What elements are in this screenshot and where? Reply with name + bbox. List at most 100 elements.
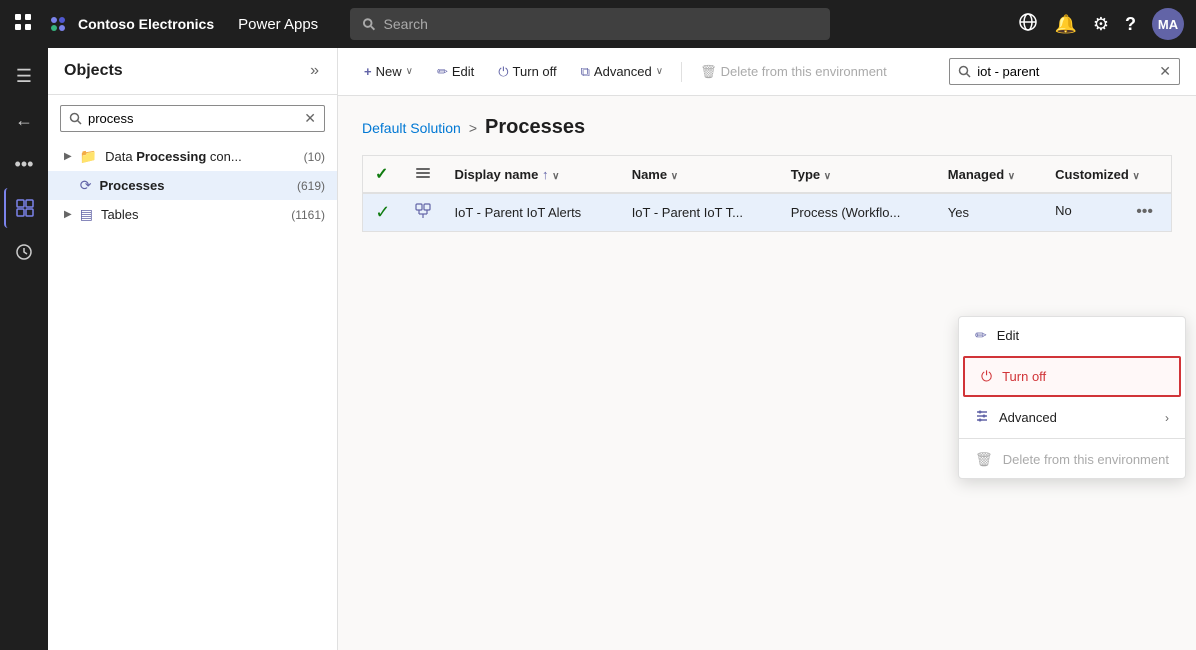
power-icon: ⏻ <box>498 64 508 80</box>
top-nav: Contoso Electronics Power Apps 🔔 ⚙ ? MA <box>0 0 1196 48</box>
objects-header: Objects » <box>48 48 337 95</box>
ctx-item-delete[interactable]: 🗑 Delete from this environment <box>959 441 1185 478</box>
nav-actions: 🔔 ⚙ ? MA <box>1018 8 1184 40</box>
nav-tree: ▶ 📁 Data Processing con... (10) ▶ ⟳ Proc… <box>48 142 337 650</box>
tree-item-tables[interactable]: ▶ ▤ Tables (1161) <box>48 200 337 229</box>
sidebar-item-history[interactable] <box>4 232 44 272</box>
ctx-turn-off-label: Turn off <box>1002 369 1046 384</box>
processes-table: ✓ Display name ↑ ∨ <box>362 155 1172 232</box>
edit-label: Edit <box>452 64 474 79</box>
turn-off-label: Turn off <box>513 64 557 79</box>
back-btn[interactable]: ← <box>4 100 44 140</box>
advanced-button[interactable]: ⧉ Advanced ∨ <box>571 58 673 86</box>
advanced-chevron-icon: ∨ <box>656 66 663 77</box>
main-content: + New ∨ ✏ Edit ⏻ Turn off ⧉ Advanced ∨ 🗑… <box>338 48 1196 650</box>
search-input[interactable] <box>384 16 819 32</box>
objects-search-input[interactable]: process <box>88 111 298 126</box>
new-label: New <box>376 64 402 79</box>
col-header-customized[interactable]: Customized ∨ <box>1043 156 1171 194</box>
list-view-icon[interactable] <box>415 165 431 181</box>
row-check-icon: ✓ <box>375 202 390 222</box>
table-row[interactable]: ✓ IoT - Parent Io <box>363 193 1172 232</box>
row-managed: Yes <box>936 193 1043 232</box>
toolbar-search-box[interactable]: iot - parent ✕ <box>949 58 1180 85</box>
ctx-divider <box>959 438 1185 439</box>
trash-icon: 🗑 <box>700 64 717 80</box>
global-search-box[interactable] <box>350 8 830 40</box>
breadcrumb-parent-link[interactable]: Default Solution <box>362 120 461 136</box>
collapse-panel-btn[interactable]: » <box>308 60 321 82</box>
objects-search-box[interactable]: process ✕ <box>60 105 325 132</box>
objects-title: Objects <box>64 62 123 80</box>
objects-panel: Objects » process ✕ ▶ 📁 Data Processing … <box>48 48 338 650</box>
customized-chevron-icon: ∨ <box>1132 171 1139 182</box>
app-logo: Contoso Electronics <box>46 12 214 36</box>
ctx-delete-label: Delete from this environment <box>1003 452 1169 467</box>
ctx-item-edit[interactable]: ✏ Edit <box>959 317 1185 354</box>
col-header-type[interactable]: Type ∨ <box>779 156 936 194</box>
toolbar: + New ∨ ✏ Edit ⏻ Turn off ⧉ Advanced ∨ 🗑… <box>338 48 1196 96</box>
edit-icon: ✏ <box>437 64 448 80</box>
clear-search-btn[interactable]: ✕ <box>304 110 316 127</box>
breadcrumb: Default Solution > Processes <box>362 116 1172 139</box>
power-ctx-icon: ⏻ <box>981 368 992 385</box>
expand-arrow-icon: ▶ <box>64 209 72 220</box>
delete-button[interactable]: 🗑 Delete from this environment <box>690 58 897 86</box>
settings-icon[interactable]: ⚙ <box>1093 14 1109 35</box>
toolbar-search-close-btn[interactable]: ✕ <box>1159 63 1171 80</box>
col-header-icon <box>403 156 443 194</box>
toolbar-search-input[interactable]: iot - parent <box>977 64 1153 79</box>
app-name: Power Apps <box>238 16 318 33</box>
col-header-display-name[interactable]: Display name ↑ ∨ <box>443 156 620 194</box>
tree-item-count: (619) <box>297 179 325 193</box>
edit-ctx-icon: ✏ <box>975 327 987 344</box>
col-header-managed[interactable]: Managed ∨ <box>936 156 1043 194</box>
folder-icon: 📁 <box>80 148 97 165</box>
turn-off-button[interactable]: ⏻ Turn off <box>488 58 566 86</box>
expand-arrow-icon: ▶ <box>64 151 72 162</box>
tree-item-label: Processes <box>99 178 289 193</box>
tree-item-data-processing[interactable]: ▶ 📁 Data Processing con... (10) <box>48 142 337 171</box>
sidebar-toggle-btn[interactable]: ☰ <box>4 56 44 96</box>
toolbar-search-icon <box>958 65 971 78</box>
advanced-label: Advanced <box>594 64 652 79</box>
bell-icon[interactable]: 🔔 <box>1054 14 1076 35</box>
grid-icon[interactable] <box>12 11 34 38</box>
row-check-cell: ✓ <box>363 193 403 232</box>
trash-ctx-icon: 🗑 <box>975 451 993 468</box>
name-chevron-icon: ∨ <box>671 171 678 182</box>
toolbar-divider <box>681 62 682 82</box>
process-row-icon <box>415 203 431 219</box>
ctx-item-turn-off[interactable]: ⏻ Turn off <box>963 356 1181 397</box>
col-header-check: ✓ <box>363 156 403 194</box>
avatar[interactable]: MA <box>1152 8 1184 40</box>
col-header-name[interactable]: Name ∨ <box>620 156 779 194</box>
row-icon-cell <box>403 193 443 232</box>
display-name-chevron-icon: ∨ <box>552 171 559 182</box>
tree-item-processes[interactable]: ▶ ⟳ Processes (619) <box>48 171 337 200</box>
new-chevron-icon: ∨ <box>406 66 413 77</box>
tree-item-label: Data Processing con... <box>105 149 296 164</box>
objects-search-icon <box>69 112 82 125</box>
row-context-menu-btn[interactable]: ••• <box>1130 201 1159 223</box>
sort-asc-icon: ↑ <box>542 167 549 182</box>
environment-icon[interactable] <box>1018 12 1038 37</box>
process-icon: ⟳ <box>80 177 92 194</box>
search-icon <box>362 17 375 31</box>
main-layout: ☰ ← ••• Objects » <box>0 48 1196 650</box>
ctx-item-advanced[interactable]: Advanced › <box>959 399 1185 436</box>
header-check-icon[interactable]: ✓ <box>375 166 388 183</box>
breadcrumb-separator: > <box>469 120 477 136</box>
edit-button[interactable]: ✏ Edit <box>427 58 484 86</box>
ctx-arrow-icon: › <box>1165 411 1169 425</box>
table-header-row: ✓ Display name ↑ ∨ <box>363 156 1172 194</box>
icon-sidebar: ☰ ← ••• <box>0 48 48 650</box>
help-icon[interactable]: ? <box>1125 14 1136 35</box>
sidebar-item-ellipsis[interactable]: ••• <box>4 144 44 184</box>
content-area: Default Solution > Processes ✓ <box>338 96 1196 650</box>
sliders-icon: ⧉ <box>581 64 590 80</box>
type-chevron-icon: ∨ <box>824 171 831 182</box>
sidebar-item-objects[interactable] <box>4 188 44 228</box>
new-button[interactable]: + New ∨ <box>354 58 423 85</box>
row-type: Process (Workflo... <box>779 193 936 232</box>
